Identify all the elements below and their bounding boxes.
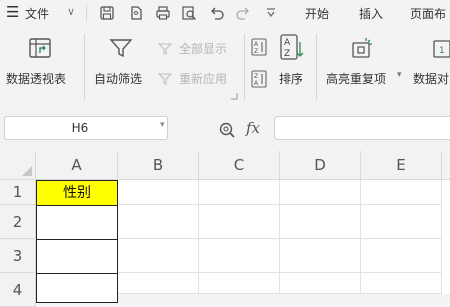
svg-text:Z: Z: [254, 73, 258, 80]
highlight-duplicates-button[interactable]: 高亮重复项: [326, 70, 386, 87]
data-compare-button[interactable]: 数据对: [413, 70, 449, 87]
name-box-value: H6: [71, 121, 89, 135]
tab-page-layout[interactable]: 页面布: [410, 5, 446, 22]
select-all-corner[interactable]: [0, 151, 36, 180]
reapply-button[interactable]: 重新应用: [179, 70, 227, 87]
cell-e2[interactable]: [361, 205, 442, 239]
row-header-4[interactable]: 4: [0, 273, 36, 307]
ribbon-divider: [316, 34, 317, 100]
formula-input[interactable]: [274, 116, 450, 140]
menu-divider: [86, 5, 87, 21]
cell-d4[interactable]: [280, 273, 361, 294]
row-header-1[interactable]: 1: [0, 180, 36, 205]
spreadsheet-grid: A B C D E 1 2 3 4 性别: [0, 151, 450, 307]
sort-button[interactable]: 排序: [279, 70, 303, 87]
print-icon[interactable]: [155, 5, 171, 21]
cell-c2[interactable]: [199, 205, 280, 239]
cell-b3[interactable]: [118, 239, 199, 273]
sort-descending-icon[interactable]: Z A: [251, 70, 267, 88]
cell-b1[interactable]: [118, 180, 199, 205]
cell-a1[interactable]: 性别: [36, 180, 118, 206]
column-header-e[interactable]: E: [361, 151, 442, 180]
redo-icon[interactable]: [235, 5, 251, 21]
filter-group-launcher-icon[interactable]: [230, 92, 238, 100]
main-menu-icon[interactable]: ☰: [6, 3, 19, 21]
show-all-button[interactable]: 全部显示: [179, 40, 227, 57]
column-header-a[interactable]: A: [36, 151, 118, 180]
column-header-d[interactable]: D: [280, 151, 361, 180]
cell-e4[interactable]: [361, 273, 442, 294]
highlight-duplicates-icon[interactable]: [350, 36, 374, 60]
cell-c3[interactable]: [199, 239, 280, 273]
row-header-2[interactable]: 2: [0, 205, 36, 239]
export-pdf-icon[interactable]: [128, 5, 144, 21]
cell-d1[interactable]: [280, 180, 361, 205]
cell-a4[interactable]: [36, 273, 118, 303]
cell-e1[interactable]: [361, 180, 442, 205]
tab-insert[interactable]: 插入: [359, 5, 383, 22]
svg-text:1: 1: [439, 46, 445, 56]
cell-d3[interactable]: [280, 239, 361, 273]
cell-b2[interactable]: [118, 205, 199, 239]
svg-text:Z: Z: [254, 48, 258, 55]
svg-text:Z: Z: [284, 49, 290, 59]
formula-bar: H6 ▾ fx: [0, 106, 450, 151]
name-box[interactable]: H6 ▾: [4, 116, 168, 140]
cell-b4[interactable]: [118, 273, 199, 294]
file-menu[interactable]: 文件: [25, 5, 49, 22]
undo-icon[interactable]: [209, 5, 225, 21]
sort-az-icon[interactable]: A Z: [280, 34, 304, 62]
print-preview-icon[interactable]: [181, 5, 197, 21]
cell-a3[interactable]: [36, 239, 118, 274]
cell-e3[interactable]: [361, 239, 442, 273]
save-icon[interactable]: [99, 5, 115, 21]
file-menu-chevron-icon[interactable]: ∨: [67, 5, 75, 18]
ribbon-data: 数据透视表 自动筛选 全部显示 重新应用 A Z Z A A Z 排序 高亮重复…: [0, 26, 450, 106]
filter-funnel-icon[interactable]: [109, 36, 133, 60]
reapply-icon: [158, 73, 172, 85]
customize-toolbar-icon[interactable]: [265, 7, 277, 19]
auto-filter-button[interactable]: 自动筛选: [94, 70, 142, 87]
zoom-search-icon[interactable]: [218, 121, 236, 139]
svg-text:A: A: [254, 80, 259, 87]
ribbon-divider: [84, 34, 85, 100]
cell-c4[interactable]: [199, 273, 280, 294]
column-header-c[interactable]: C: [199, 151, 280, 180]
column-header-b[interactable]: B: [118, 151, 199, 180]
cell-a2[interactable]: [36, 205, 118, 240]
pivot-table-icon[interactable]: [28, 36, 52, 60]
sort-ascending-icon[interactable]: A Z: [251, 38, 267, 56]
svg-text:A: A: [284, 38, 291, 48]
menu-bar: ☰ 文件 ∨ 开始 插入 页面布: [0, 0, 450, 26]
tab-start[interactable]: 开始: [305, 5, 329, 22]
select-all-triangle-icon: [22, 166, 32, 176]
name-box-dropdown-icon[interactable]: ▾: [160, 120, 165, 130]
svg-text:A: A: [254, 41, 259, 48]
cell-c1[interactable]: [199, 180, 280, 205]
cell-d2[interactable]: [280, 205, 361, 239]
pivot-table-button[interactable]: 数据透视表: [6, 70, 66, 87]
ribbon-divider: [244, 34, 245, 100]
highlight-duplicates-dropdown-icon[interactable]: ▾: [397, 70, 402, 80]
column-header-f[interactable]: [442, 151, 450, 180]
row-header-3[interactable]: 3: [0, 239, 36, 273]
data-compare-icon[interactable]: 1: [432, 36, 450, 60]
show-all-icon: [158, 43, 172, 55]
insert-function-icon[interactable]: fx: [246, 119, 260, 137]
